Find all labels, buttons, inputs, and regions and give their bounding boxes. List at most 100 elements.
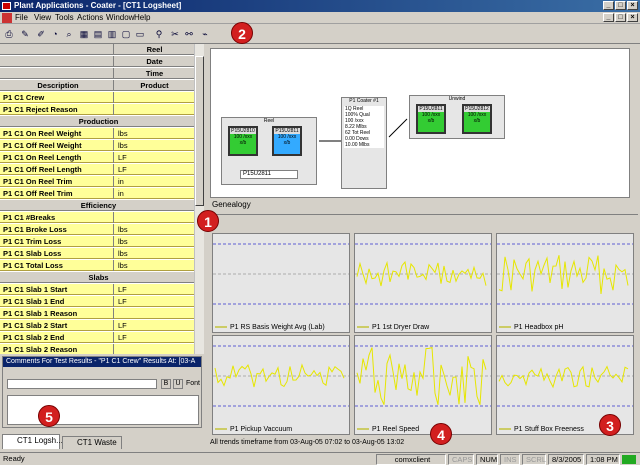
grid-icon[interactable]: ▦ bbox=[77, 27, 91, 40]
variable-name: P1 C1 Off Reel Weight bbox=[0, 140, 114, 151]
tools-icon[interactable]: ✂ bbox=[168, 27, 182, 40]
grid-scrollbar[interactable] bbox=[194, 44, 204, 354]
variable-name: P1 C1 Trim Loss bbox=[0, 236, 114, 247]
grid-row[interactable]: P1 C1 Off Reel Weight lbs bbox=[0, 140, 194, 151]
window-icon[interactable]: ▢ bbox=[119, 27, 133, 40]
child-close-button[interactable]: × bbox=[627, 13, 638, 22]
variable-unit[interactable]: LF bbox=[115, 320, 194, 331]
variable-unit[interactable]: lbs bbox=[115, 260, 194, 271]
minimize-button[interactable]: _ bbox=[603, 1, 614, 10]
print-icon[interactable]: ⎙ bbox=[2, 27, 16, 40]
tab-ct1-logsheet[interactable]: CT1 Logsh... bbox=[2, 434, 63, 449]
callout-3: 3 bbox=[599, 414, 621, 436]
variable-unit[interactable]: lbs bbox=[115, 128, 194, 139]
menu-actions[interactable]: Actions bbox=[77, 12, 103, 24]
grid-row[interactable]: P1 C1 Off Reel Length LF bbox=[0, 164, 194, 175]
maximize-button[interactable]: □ bbox=[615, 1, 626, 10]
app-icon bbox=[2, 2, 11, 10]
genealogy-panel: Reel P15U2810 100 /xxx x/b P15U2811 100 /xx… bbox=[208, 44, 638, 212]
grid-section-header: Production bbox=[0, 116, 194, 127]
variable-unit[interactable]: lbs bbox=[115, 140, 194, 151]
menu-file[interactable]: File bbox=[15, 12, 28, 24]
trend-panel[interactable]: P1 Pickup Vaccuum bbox=[212, 335, 350, 435]
menu-help[interactable]: Help bbox=[134, 12, 150, 24]
menu-window[interactable]: Window bbox=[106, 12, 134, 24]
tab-ct1-waste[interactable]: CT1 Waste bbox=[62, 436, 122, 449]
variable-unit[interactable]: lbs bbox=[115, 248, 194, 259]
trend-panel[interactable]: P1 RS Basis Weight Avg (Lab) bbox=[212, 233, 350, 333]
grid-row[interactable]: P1 C1 Slab 2 Start LF bbox=[0, 320, 194, 331]
variable-unit[interactable]: LF bbox=[115, 164, 194, 175]
trend-panel[interactable]: P1 Reel Speed bbox=[354, 335, 492, 435]
variable-unit[interactable] bbox=[115, 344, 194, 354]
grid-row[interactable]: P1 C1 #Breaks bbox=[0, 212, 194, 223]
trend-label: P1 Headbox pH bbox=[499, 324, 563, 331]
menu-view[interactable]: View bbox=[34, 12, 51, 24]
trends-timeframe: All trends timeframe from 03-Aug-05 07:0… bbox=[210, 439, 405, 446]
variable-unit[interactable]: LF bbox=[115, 284, 194, 295]
variable-unit[interactable]: LF bbox=[115, 296, 194, 307]
grid-row[interactable]: P1 C1 On Reel Length LF bbox=[0, 152, 194, 163]
search-icon[interactable]: ⌕ bbox=[62, 27, 76, 40]
variable-unit[interactable]: in bbox=[115, 188, 194, 199]
variable-unit[interactable] bbox=[115, 92, 194, 103]
status-server: comxclient bbox=[376, 454, 446, 465]
variable-name: P1 C1 Reject Reason bbox=[0, 104, 114, 115]
grid-row[interactable]: P1 C1 On Reel Weight lbs bbox=[0, 128, 194, 139]
sheet-icon[interactable]: ▥ bbox=[105, 27, 119, 40]
grid-row[interactable]: P1 C1 Slab 2 Reason bbox=[0, 344, 194, 354]
trend-panel[interactable]: P1 Headbox pH bbox=[496, 233, 634, 333]
variable-unit[interactable]: in bbox=[115, 176, 194, 187]
variable-unit[interactable]: lbs bbox=[115, 236, 194, 247]
child-minimize-button[interactable]: _ bbox=[603, 13, 614, 22]
underline-button[interactable]: U bbox=[173, 379, 183, 389]
variable-name: P1 C1 Slab Loss bbox=[0, 248, 114, 259]
status-num: NUM bbox=[476, 454, 498, 465]
grid-row[interactable]: P1 C1 Broke Loss lbs bbox=[0, 224, 194, 235]
variable-unit[interactable]: LF bbox=[115, 152, 194, 163]
grid-section-header: Slabs bbox=[0, 272, 194, 283]
comment-textarea[interactable] bbox=[7, 395, 199, 425]
pencil-icon[interactable]: ✎ bbox=[18, 27, 32, 40]
event-icon[interactable]: ⚲ bbox=[152, 27, 166, 40]
trend-icon[interactable]: ⌁ bbox=[198, 27, 212, 40]
screen-icon[interactable]: ▭ bbox=[133, 27, 147, 40]
menu-bar: File View Tools Actions Window Help _ □ … bbox=[0, 12, 640, 24]
font-combo[interactable] bbox=[7, 379, 157, 389]
bold-button[interactable]: B bbox=[161, 379, 171, 389]
trend-panel[interactable]: P1 1st Dryer Draw bbox=[354, 233, 492, 333]
trend-label: P1 Stuff Box Freeness bbox=[499, 426, 584, 433]
grid-row[interactable]: P1 C1 Reject Reason bbox=[0, 104, 194, 115]
grid-row[interactable]: P1 C1 Slab 1 Reason bbox=[0, 308, 194, 319]
variable-unit[interactable]: lbs bbox=[115, 224, 194, 235]
grid-row[interactable]: P1 C1 Crew bbox=[0, 92, 194, 103]
table-icon[interactable]: ▤ bbox=[91, 27, 105, 40]
status-time: 1:08 PM bbox=[586, 454, 620, 465]
status-ready: Ready bbox=[3, 454, 25, 463]
variable-unit[interactable] bbox=[115, 104, 194, 115]
grid-row[interactable]: P1 C1 Slab 2 End LF bbox=[0, 332, 194, 343]
link-icon[interactable]: ⚯ bbox=[182, 27, 196, 40]
section-label: Efficiency bbox=[80, 201, 117, 210]
doc-icon[interactable] bbox=[2, 13, 12, 23]
grid-row[interactable]: P1 C1 Off Reel Trim in bbox=[0, 188, 194, 199]
child-restore-button[interactable]: □ bbox=[615, 13, 626, 22]
product-header: Product bbox=[140, 81, 169, 90]
grid-row[interactable]: P1 C1 Total Loss lbs bbox=[0, 260, 194, 271]
scroll-thumb[interactable] bbox=[195, 56, 204, 206]
variable-unit[interactable] bbox=[115, 212, 194, 223]
grid-row[interactable]: P1 C1 Slab 1 End LF bbox=[0, 296, 194, 307]
header-cell: Reel bbox=[146, 45, 163, 54]
grid-row[interactable]: P1 C1 Slab Loss lbs bbox=[0, 248, 194, 259]
trend-label: P1 Reel Speed bbox=[357, 426, 419, 433]
menu-tools[interactable]: Tools bbox=[55, 12, 74, 24]
chart-icon[interactable]: ◔ bbox=[48, 27, 62, 40]
variable-unit[interactable]: LF bbox=[115, 332, 194, 343]
variable-name: P1 C1 Off Reel Length bbox=[0, 164, 114, 175]
grid-row[interactable]: P1 C1 Trim Loss lbs bbox=[0, 236, 194, 247]
pen-icon[interactable]: ✐ bbox=[34, 27, 48, 40]
grid-row[interactable]: P1 C1 Slab 1 Start LF bbox=[0, 284, 194, 295]
variable-unit[interactable] bbox=[115, 308, 194, 319]
close-button[interactable]: × bbox=[627, 1, 638, 10]
grid-row[interactable]: P1 C1 On Reel Trim in bbox=[0, 176, 194, 187]
